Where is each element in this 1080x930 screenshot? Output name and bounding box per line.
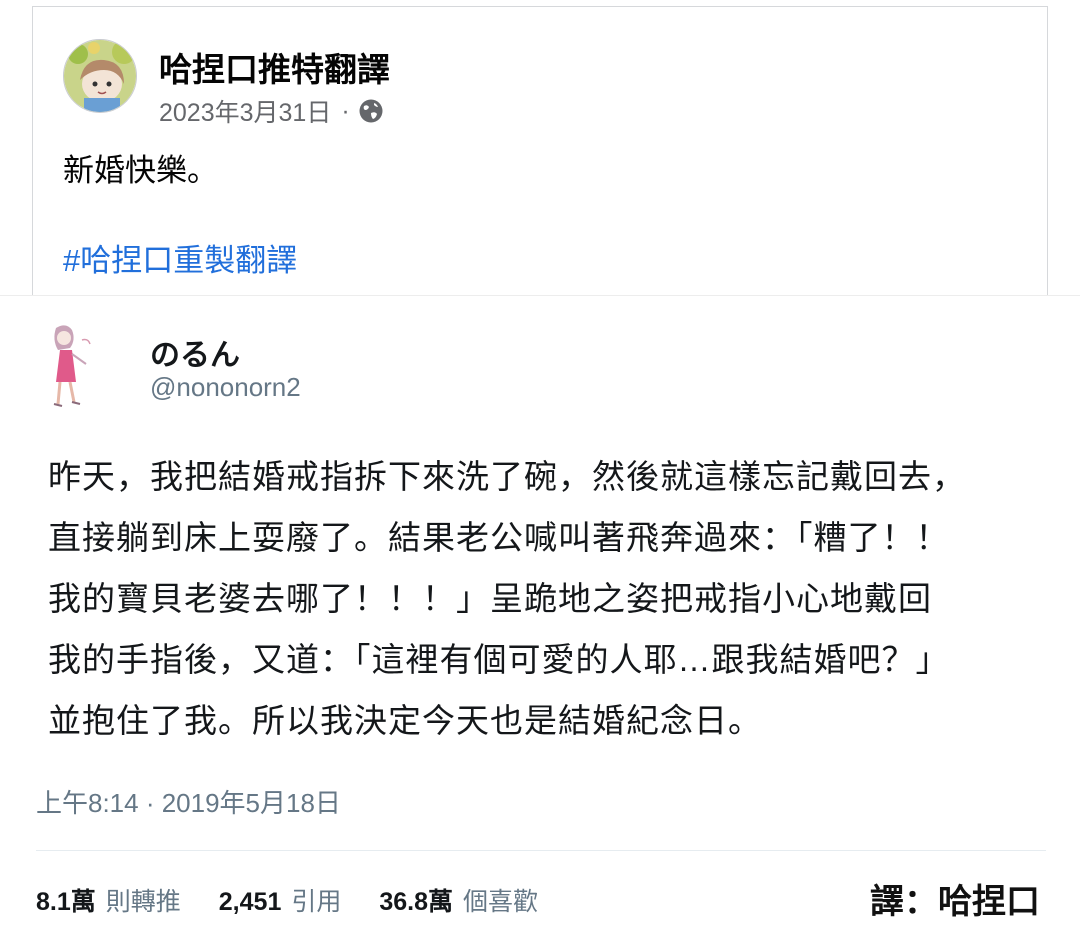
hashtag-link[interactable]: #哈捏口重製翻譯 [63, 235, 297, 280]
likes-label: 個喜歡 [463, 888, 539, 916]
quotes-label: 引用 [291, 888, 342, 916]
meta-separator: · [341, 96, 350, 125]
retweets-stat[interactable]: 8.1萬 則轉推 [36, 882, 181, 918]
tweet-body-line: 並抱住了我。所以我決定今天也是結婚紀念日。 [48, 702, 762, 739]
tweet-display-name[interactable]: のるん [150, 330, 240, 374]
tweet-body-line: 直接躺到床上耍廢了。結果老公喊叫著飛奔過來：「糟了！！ [48, 519, 950, 556]
likes-count: 36.8萬 [379, 888, 454, 916]
tweet-avatar[interactable] [36, 320, 124, 416]
tweet-handle[interactable]: @nononorn2 [150, 372, 301, 403]
quotes-stat[interactable]: 2,451 引用 [219, 882, 342, 918]
tweet-body-line: 昨天，我把結婚戒指拆下來洗了碗，然後就這樣忘記戴回去， [48, 458, 966, 495]
post-date[interactable]: 2023年3月31日 [159, 93, 331, 129]
avatar-illustration [36, 320, 124, 416]
tweet-body-line: 我的寶貝老婆去哪了！！！」呈跪地之姿把戒指小心地戴回 [48, 580, 932, 617]
post-text: 新婚快樂。 [63, 153, 218, 188]
likes-stat[interactable]: 36.8萬 個喜歡 [379, 882, 538, 918]
tweet-stats: 8.1萬 則轉推 2,451 引用 36.8萬 個喜歡 [36, 882, 576, 918]
avatar-illustration [64, 40, 136, 112]
post-author-name[interactable]: 哈捏口推特翻譯 [159, 43, 390, 91]
stats-divider [36, 850, 1046, 851]
tweet-body: 昨天，我把結婚戒指拆下來洗了碗，然後就這樣忘記戴回去， 直接躺到床上耍廢了。結果… [48, 452, 1058, 757]
quotes-count: 2,451 [218, 888, 282, 916]
post-meta: 2023年3月31日 · [159, 93, 384, 129]
tweet-timestamp[interactable]: 上午8:14 · 2019年5月18日 [36, 783, 341, 820]
page-avatar[interactable] [63, 39, 137, 113]
facebook-post-card: 哈捏口推特翻譯 2023年3月31日 · 新婚快樂。 #哈捏口重製翻譯 [32, 6, 1048, 295]
section-divider [0, 295, 1080, 296]
tweet-body-line: 我的手指後，又道：「這裡有個可愛的人耶…跟我結婚吧？」 [48, 641, 950, 678]
retweets-label: 則轉推 [105, 888, 181, 916]
globe-icon[interactable] [358, 98, 384, 124]
retweets-count: 8.1萬 [36, 888, 96, 916]
translator-credit: 譯：哈捏口 [870, 883, 1040, 921]
